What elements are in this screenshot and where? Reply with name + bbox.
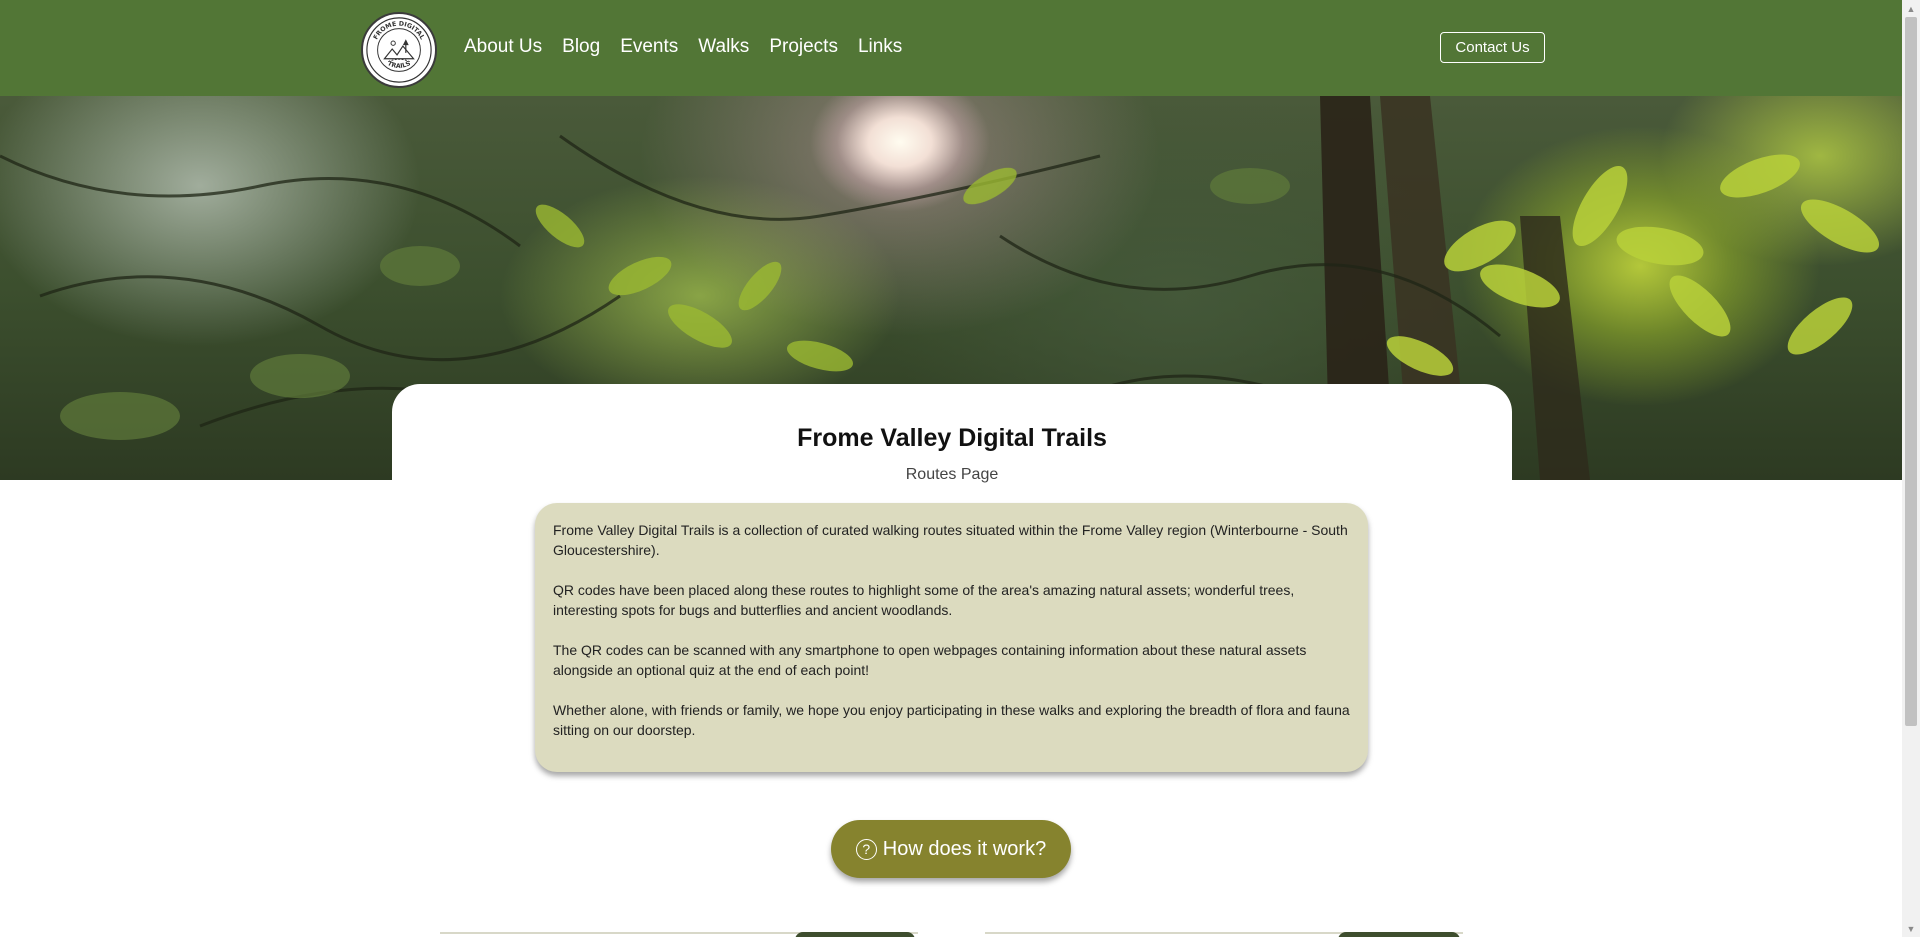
scroll-down-icon[interactable]: ▼ [1902,920,1920,937]
nav-link-blog[interactable]: Blog [562,36,600,58]
top-navbar: FROME DIGITAL TRAILS About Us Blog Event… [0,0,1902,96]
route-card-right-tab [1338,932,1460,937]
scroll-up-icon[interactable]: ▲ [1902,0,1920,17]
route-card-left-tab [795,932,915,937]
nav-link-about-us[interactable]: About Us [464,36,542,58]
nav-link-walks[interactable]: Walks [698,36,749,58]
site-logo[interactable]: FROME DIGITAL TRAILS [361,12,437,88]
page-title: Frome Valley Digital Trails [797,424,1107,452]
logo-emblem-icon: FROME DIGITAL TRAILS [366,17,432,83]
intro-description-box: Frome Valley Digital Trails is a collect… [535,503,1368,772]
question-circle-icon: ? [855,838,877,860]
contact-us-button[interactable]: Contact Us [1440,32,1545,63]
intro-paragraph: QR codes have been placed along these ro… [553,582,1295,618]
intro-paragraph: The QR codes can be scanned with any sma… [553,642,1307,678]
how-button-label: How does it work? [882,837,1047,860]
main-nav: About Us Blog Events Walks Projects Link… [464,36,922,58]
page-subtitle: Routes Page [905,466,999,483]
nav-link-links[interactable]: Links [858,36,902,58]
how-does-it-work-button[interactable]: ? How does it work? [831,820,1071,878]
intro-paragraph: Frome Valley Digital Trails is a collect… [553,522,1348,558]
title-card: Frome Valley Digital Trails Routes Page [392,384,1512,494]
nav-link-events[interactable]: Events [620,36,678,58]
nav-link-projects[interactable]: Projects [769,36,838,58]
vertical-scrollbar[interactable]: ▲ ▼ [1902,0,1920,937]
scrollbar-thumb[interactable] [1905,17,1917,726]
intro-paragraph: Whether alone, with friends or family, w… [553,702,1350,738]
